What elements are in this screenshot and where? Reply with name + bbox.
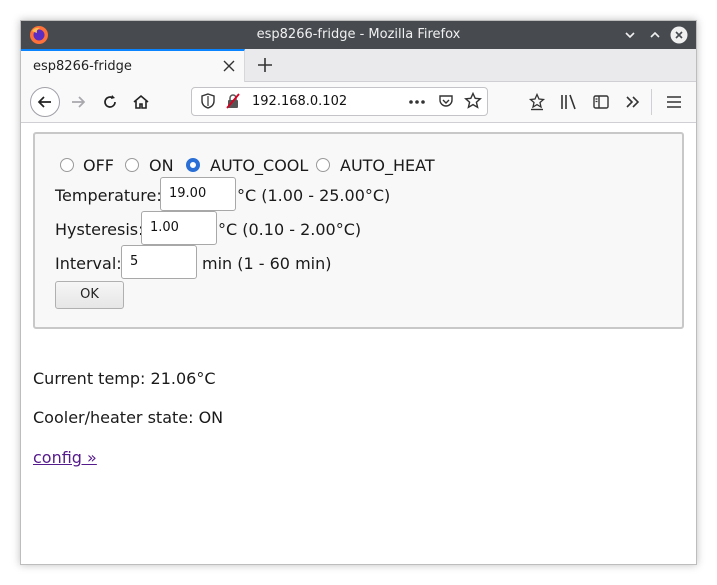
temperature-range: °C (1.00 - 25.00°C) [237,186,391,205]
interval-range: min (1 - 60 min) [202,254,332,273]
new-tab-icon[interactable] [257,57,273,73]
sidebar-icon[interactable] [592,93,610,111]
bookmark-star-icon[interactable] [464,92,482,110]
close-window-icon[interactable] [670,26,688,44]
library-icon[interactable] [560,93,578,111]
title-bar: esp8266-fridge - Mozilla Firefox [21,21,696,49]
toolbar-separator [651,89,652,115]
home-icon[interactable] [132,93,150,111]
hysteresis-label: Hysteresis: [55,220,144,239]
cooler-heater-state-text: Cooler/heater state: ON [33,408,224,427]
window-title: esp8266-fridge - Mozilla Firefox [256,27,461,42]
overflow-chevron-icon[interactable] [624,93,642,111]
config-link[interactable]: config » [33,448,97,467]
navigation-toolbar: 192.168.0.102 [21,82,696,123]
address-bar[interactable]: 192.168.0.102 [191,87,488,116]
settings-form: OFF ON AUTO_COOL AUTO_HEAT Temperature: … [33,132,684,329]
tab-title: esp8266-fridge [33,59,132,74]
radio-auto-cool-label[interactable]: AUTO_COOL [210,156,308,175]
radio-on-label[interactable]: ON [149,156,174,175]
page-actions-more-icon[interactable] [408,94,426,110]
temperature-input[interactable]: 19.00 [160,177,236,211]
insecure-lock-icon[interactable] [225,93,241,109]
back-arrow-icon [37,96,51,108]
url-text[interactable]: 192.168.0.102 [252,94,347,109]
radio-off[interactable] [60,158,74,172]
radio-auto-heat[interactable] [316,158,330,172]
minimize-icon[interactable] [621,26,639,44]
hamburger-menu-icon[interactable] [665,93,683,111]
radio-auto-cool[interactable] [186,158,200,172]
radio-off-label[interactable]: OFF [83,156,114,175]
radio-on[interactable] [125,158,139,172]
interval-label: Interval: [55,254,122,273]
current-temp-text: Current temp: 21.06°C [33,369,216,388]
tab-esp8266-fridge[interactable]: esp8266-fridge [21,49,245,82]
bookmarks-star-list-icon[interactable] [528,93,546,111]
pocket-icon[interactable] [438,93,454,109]
reload-icon[interactable] [101,93,119,111]
back-button[interactable] [30,87,60,117]
maximize-icon[interactable] [646,26,664,44]
tracking-protection-shield-icon[interactable] [200,93,216,109]
hysteresis-input[interactable]: 1.00 [141,211,217,245]
page-content: OFF ON AUTO_COOL AUTO_HEAT Temperature: … [21,123,696,564]
radio-auto-heat-label[interactable]: AUTO_HEAT [340,156,435,175]
temperature-label: Temperature: [55,186,162,205]
browser-window: esp8266-fridge - Mozilla Firefox esp8266… [20,20,697,565]
interval-input[interactable]: 5 [121,245,197,279]
forward-arrow-icon[interactable] [69,93,87,111]
hysteresis-range: °C (0.10 - 2.00°C) [218,220,362,239]
tab-strip: esp8266-fridge [21,49,696,82]
ok-button[interactable]: OK [55,281,124,309]
close-tab-icon[interactable] [223,60,235,72]
